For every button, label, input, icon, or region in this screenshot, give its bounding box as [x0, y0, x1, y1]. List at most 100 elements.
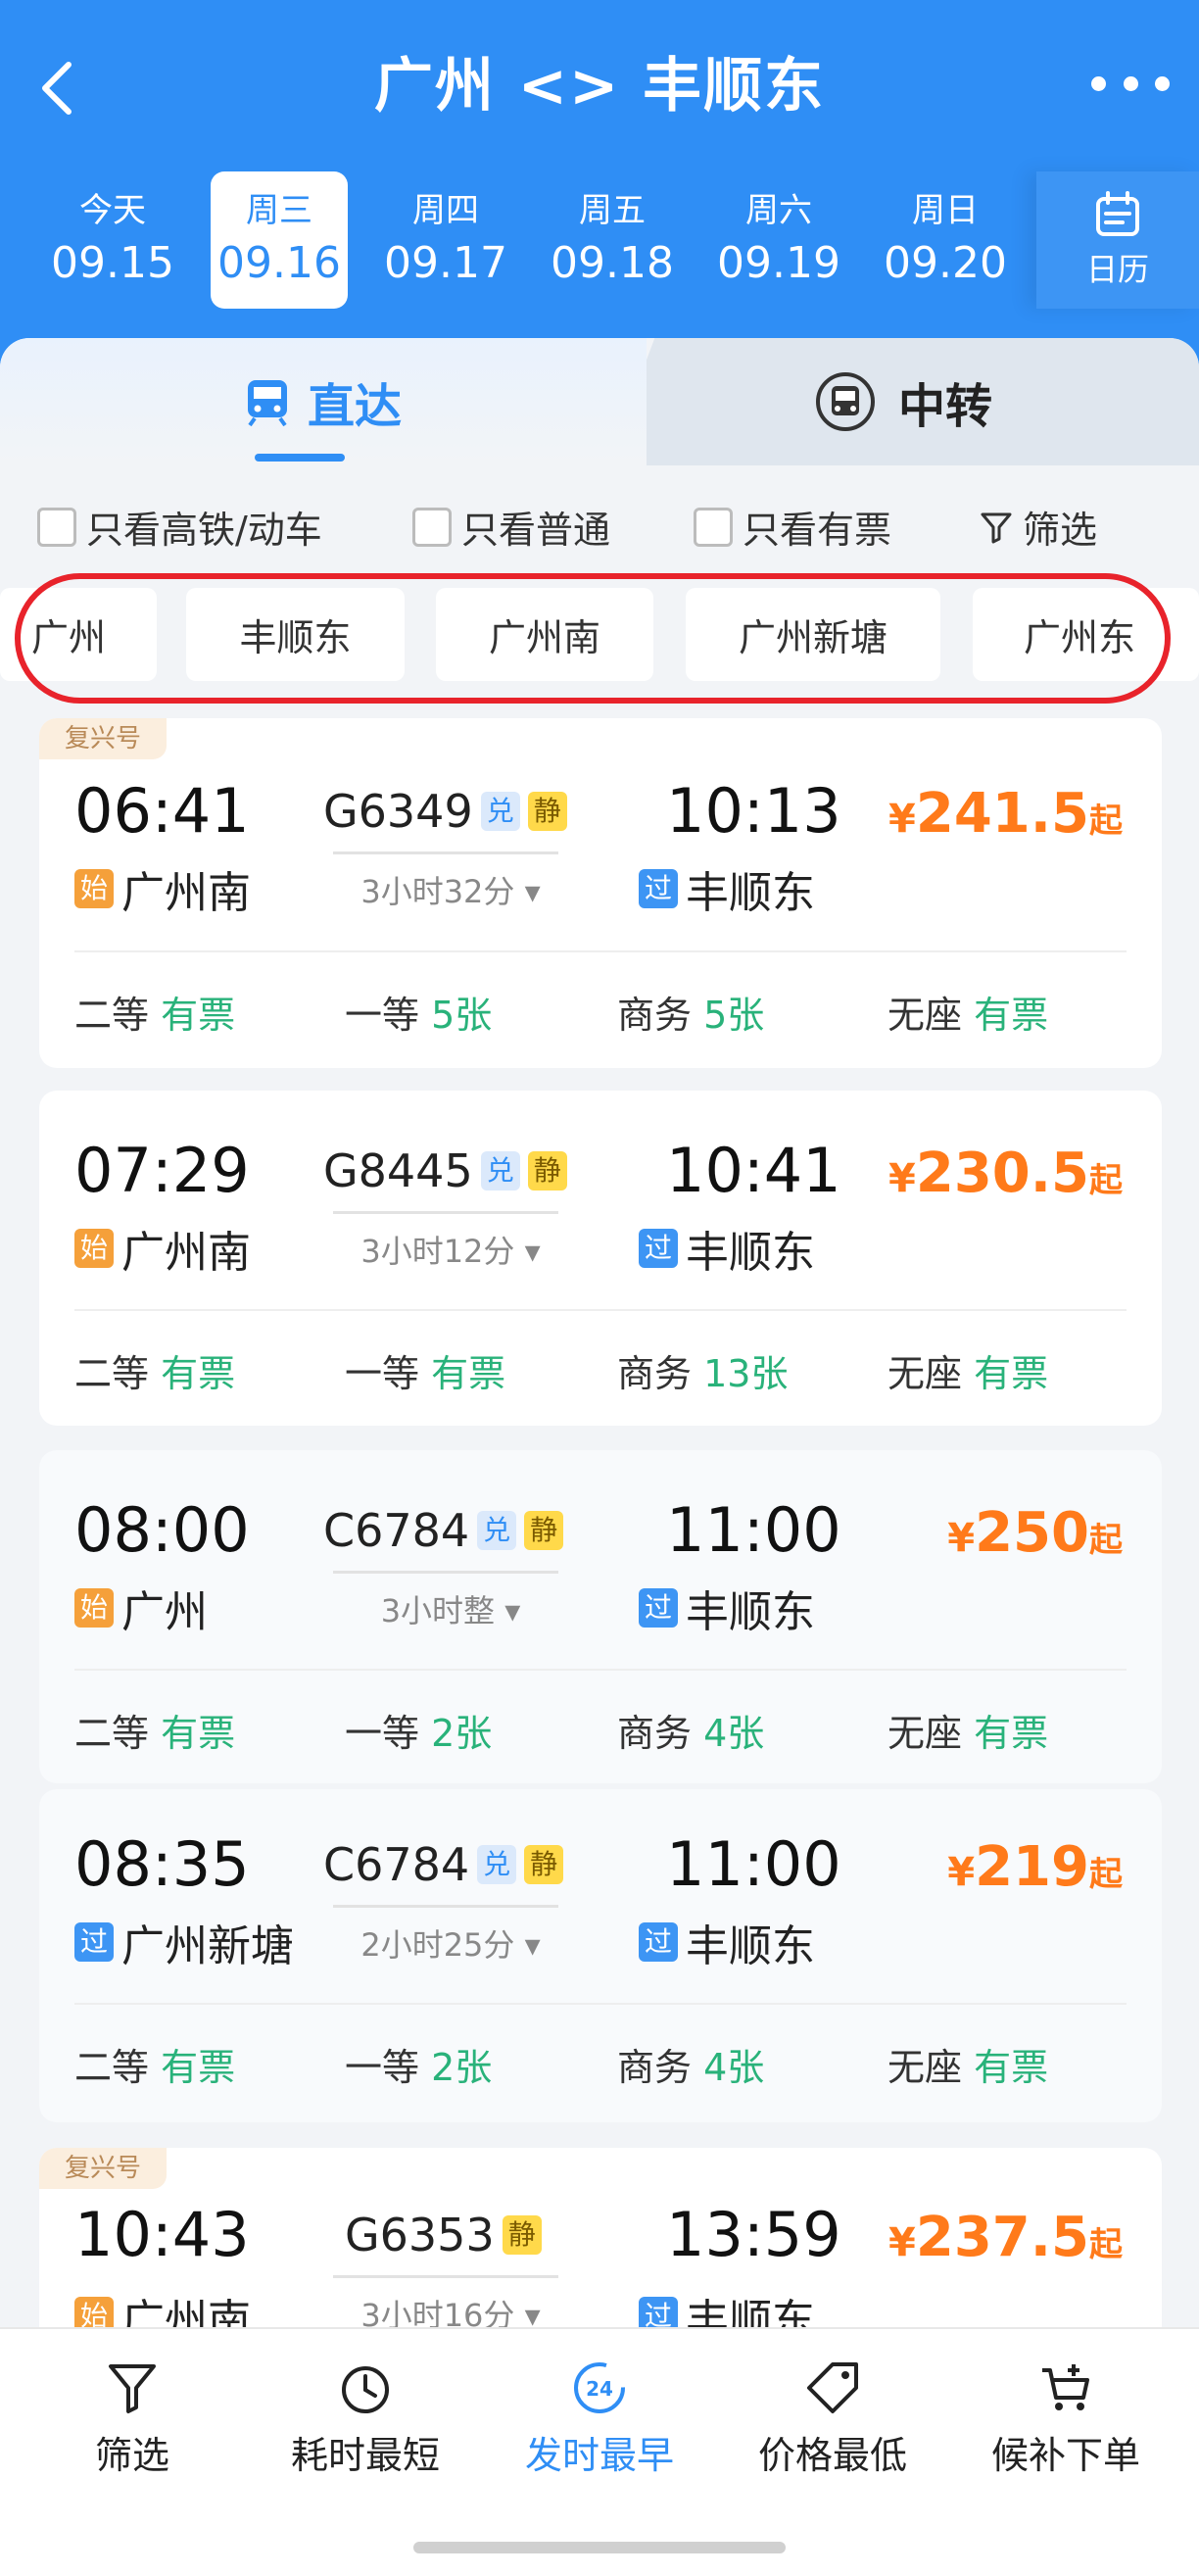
bottom-nav: 筛选 耗时最短 24 发时最早 价格最低 候补下单	[0, 2327, 1199, 2576]
transfer-bus-icon	[815, 372, 875, 431]
to-station: 过 丰顺东	[639, 1217, 815, 1280]
train-card[interactable]: 08:35 C6784 兑 静 2小时25分 ▾ 11:00 ¥219 起 过 广…	[39, 1789, 1162, 2122]
price-suffix: 起	[1089, 1521, 1123, 1560]
seat-first-class: 一等 5张	[345, 985, 492, 1039]
nav-waitlist[interactable]: 候补下单	[948, 2358, 1183, 2515]
seat-class: 二等	[74, 1712, 150, 1755]
seat-class: 无座	[887, 1352, 963, 1395]
seat-availability: 有票	[431, 1352, 506, 1395]
train-number-text: G6353	[345, 2209, 495, 2261]
from-station-name: 广州新塘	[121, 1921, 294, 1971]
duration[interactable]: 3小时32分 ▾	[333, 867, 568, 912]
duration-text: 3小时32分	[360, 873, 515, 910]
seat-class: 一等	[345, 1352, 420, 1395]
filter-row: 只看高铁/动车 只看普通 只看有票 筛选	[37, 500, 1164, 552]
price-tag-icon	[807, 2362, 858, 2413]
seat-availability: 4张	[703, 2046, 765, 2089]
to-station-name: 丰顺东	[686, 1921, 815, 1971]
pass-badge: 过	[639, 1588, 678, 1628]
seat-class: 无座	[887, 1712, 963, 1755]
seat-availability: 13张	[703, 1352, 789, 1395]
to-station: 过 丰顺东	[639, 1577, 815, 1639]
filter-button[interactable]: 筛选	[980, 500, 1097, 554]
tab-direct[interactable]: 直达	[0, 338, 647, 465]
seat-second-class: 二等 有票	[74, 1703, 235, 1757]
seat-second-class: 二等 有票	[74, 2037, 235, 2091]
seat-standing: 无座 有票	[887, 1703, 1048, 1757]
nav-earliest[interactable]: 24 发时最早	[482, 2358, 717, 2515]
seat-availability: 有票	[161, 1352, 236, 1395]
date-item[interactable]: 周六 09.19	[710, 171, 847, 309]
quiet-badge: 静	[527, 792, 567, 831]
date-item[interactable]: 周日 09.20	[877, 171, 1014, 309]
quiet-badge: 静	[524, 1845, 564, 1884]
date-item-selected[interactable]: 周三 09.16	[211, 171, 348, 309]
redeem-badge: 兑	[477, 1511, 517, 1550]
departure-time: 06:41	[74, 775, 250, 847]
nav-cheapest[interactable]: 价格最低	[715, 2358, 950, 2515]
tab-transfer[interactable]: 中转	[607, 338, 1199, 465]
train-card[interactable]: 08:00 C6784 兑 静 3小时整 ▾ 11:00 ¥250 起 始 广州 …	[39, 1450, 1162, 1783]
nav-shortest-label: 耗时最短	[290, 2434, 440, 2477]
date-item[interactable]: 今天 09.15	[44, 171, 181, 309]
train-number-text: G8445	[323, 1144, 473, 1197]
filter-normal-checkbox[interactable]: 只看普通	[412, 500, 610, 554]
price-currency: ¥	[947, 1516, 976, 1561]
duration[interactable]: 3小时12分 ▾	[333, 1227, 568, 1272]
cart-icon	[1042, 2364, 1089, 2410]
filter-high-speed-checkbox[interactable]: 只看高铁/动车	[37, 500, 322, 554]
train-card[interactable]: 07:29 G8445 兑 静 3小时12分 ▾ 10:41 ¥230.5 起 始…	[39, 1091, 1162, 1426]
seat-business: 商务 4张	[617, 2037, 764, 2091]
date-value: 09.15	[51, 238, 174, 288]
pass-badge: 过	[639, 1229, 678, 1268]
arrival-time: 10:13	[666, 775, 841, 847]
clock-icon	[342, 2366, 389, 2413]
highlight-annotation	[15, 573, 1171, 704]
seat-availability: 有票	[974, 994, 1049, 1037]
train-number-text: C6784	[323, 1504, 470, 1557]
date-item[interactable]: 周五 09.18	[544, 171, 681, 309]
date-item[interactable]: 周四 09.17	[377, 171, 514, 309]
seat-class: 商务	[617, 2046, 693, 2089]
origin-badge: 始	[74, 1229, 114, 1268]
to-station: 过 丰顺东	[639, 857, 815, 920]
from-station-name: 广州南	[121, 1228, 251, 1278]
arrival-time: 11:00	[666, 1828, 841, 1900]
duration[interactable]: 3小时整 ▾	[333, 1586, 568, 1631]
nav-filter[interactable]: 筛选	[15, 2358, 250, 2515]
train-card[interactable]: 复兴号 06:41 G6349 兑 静 3小时32分 ▾ 10:13 ¥241.…	[39, 718, 1162, 1068]
date-weekday: 周三	[246, 191, 312, 230]
chevron-down-icon: ▾	[524, 1233, 541, 1270]
to-station-name: 丰顺东	[686, 1228, 815, 1278]
more-icon[interactable]	[1091, 64, 1170, 103]
filter-normal-label: 只看普通	[461, 509, 611, 552]
price-currency: ¥	[888, 797, 916, 842]
seat-availability: 5张	[703, 994, 765, 1037]
from-station-name: 广州	[121, 1587, 208, 1637]
seat-class: 无座	[887, 994, 963, 1037]
home-indicator[interactable]	[413, 2542, 786, 2553]
to-station-name: 丰顺东	[686, 1587, 815, 1637]
calendar-button[interactable]: 日历	[1036, 171, 1199, 309]
date-weekday: 今天	[79, 191, 146, 230]
from-station-name: 广州南	[121, 868, 251, 918]
date-value: 09.16	[217, 238, 341, 288]
date-value: 09.18	[551, 238, 674, 288]
filter-available-checkbox[interactable]: 只看有票	[694, 500, 891, 554]
price-suffix: 起	[1089, 1855, 1123, 1894]
seat-first-class: 一等 2张	[345, 1703, 492, 1757]
calendar-icon	[1096, 191, 1139, 236]
duration[interactable]: 2小时25分 ▾	[333, 1920, 568, 1966]
price-suffix: 起	[1089, 1161, 1123, 1200]
nav-earliest-label: 发时最早	[524, 2434, 674, 2477]
seat-second-class: 二等 有票	[74, 1343, 235, 1397]
nav-cheapest-label: 价格最低	[757, 2434, 907, 2477]
back-icon[interactable]	[29, 59, 88, 118]
from-station: 始 广州	[74, 1577, 208, 1639]
train-card[interactable]: 复兴号 10:43 G6353 静 3小时16分 ▾ 13:59 ¥237.5 起…	[39, 2148, 1162, 2346]
date-weekday: 周四	[412, 191, 479, 230]
pass-badge: 过	[74, 1922, 114, 1962]
duration-line	[333, 1905, 558, 1908]
duration-line	[333, 2275, 558, 2278]
nav-shortest[interactable]: 耗时最短	[248, 2358, 483, 2515]
